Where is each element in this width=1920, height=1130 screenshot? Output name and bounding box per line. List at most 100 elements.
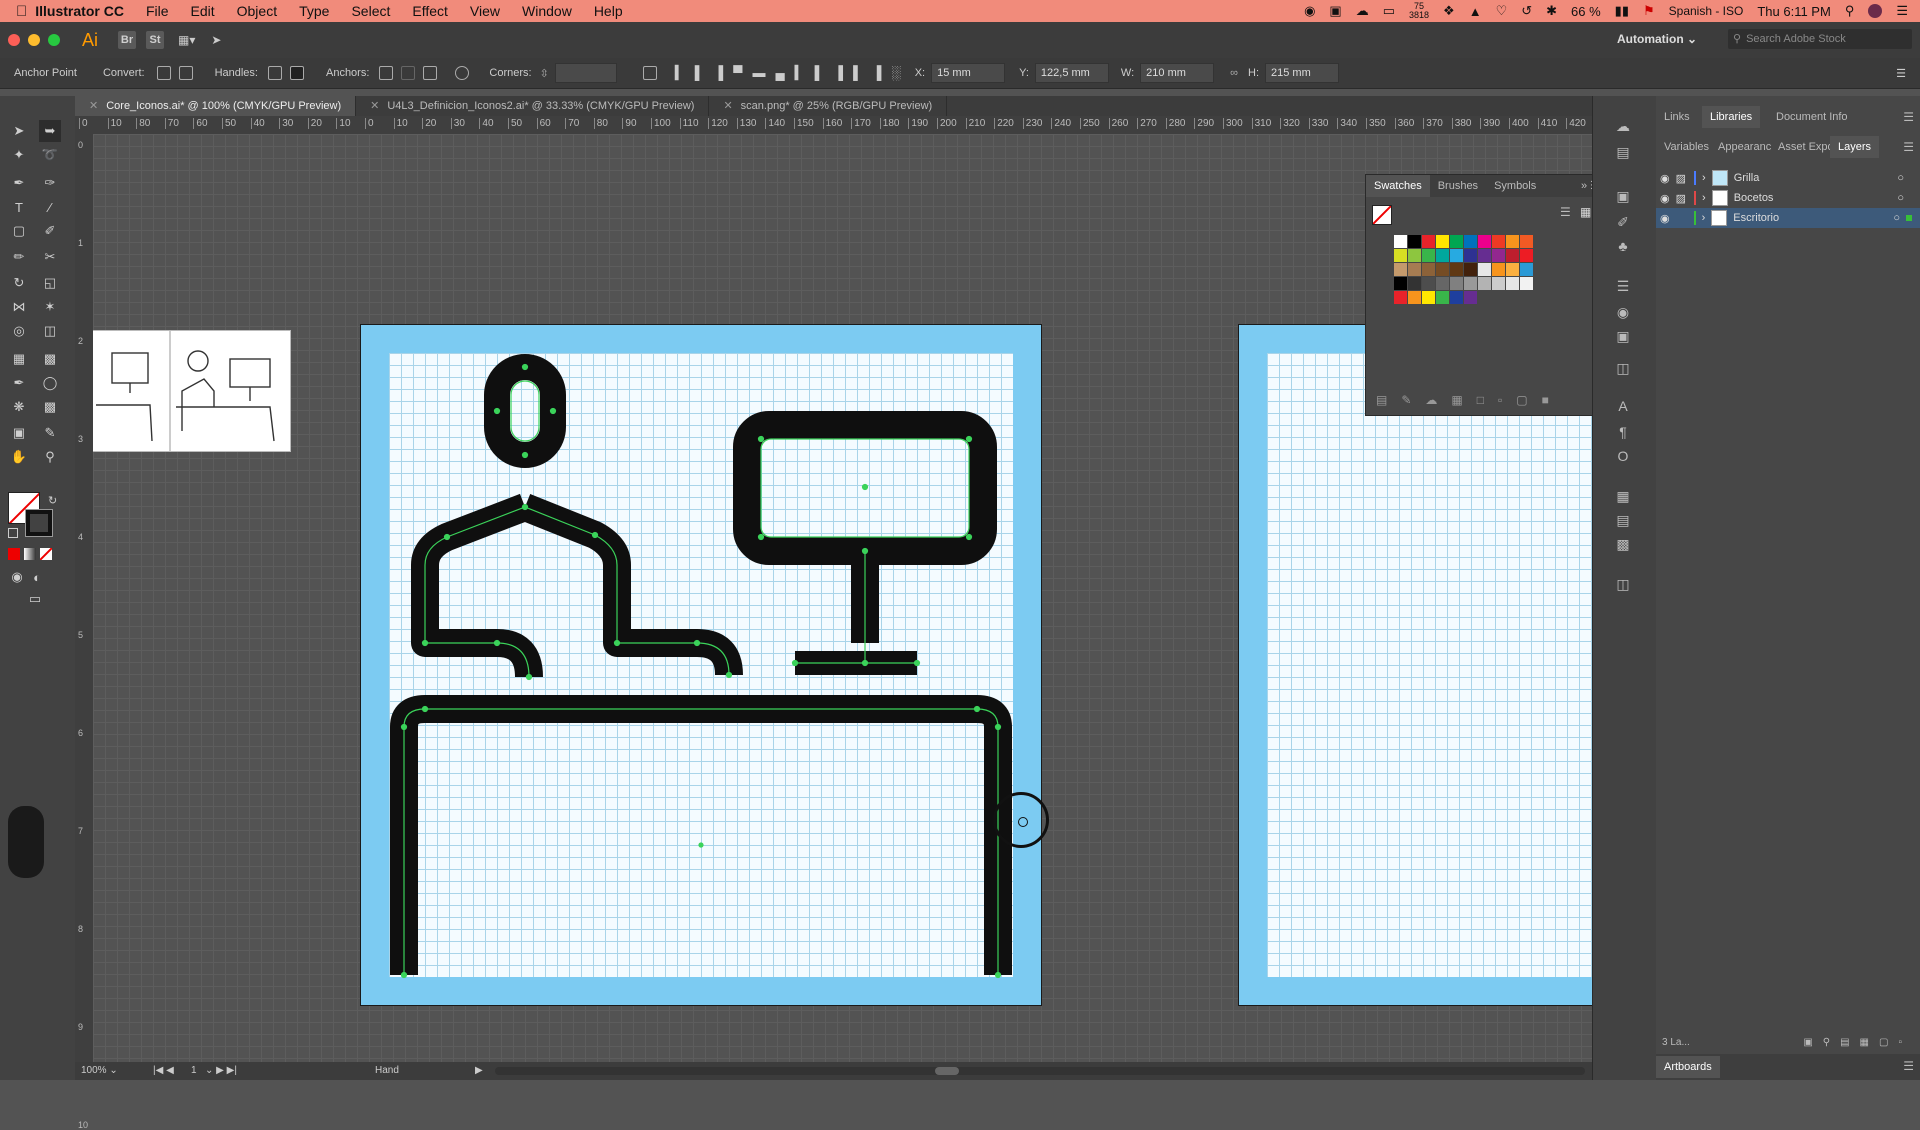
- pencil-tool-icon[interactable]: ✏: [8, 246, 30, 268]
- tab-brushes[interactable]: Brushes: [1430, 175, 1486, 197]
- lasso-tool-icon[interactable]: ➰: [39, 144, 61, 166]
- rectangle-tool-icon[interactable]: ▢: [8, 220, 30, 242]
- direct-selection-tool-icon[interactable]: ➥: [39, 120, 61, 142]
- color-swatch[interactable]: [1478, 277, 1491, 290]
- link-proportions-icon[interactable]: ∞: [1230, 67, 1238, 79]
- color-swatch[interactable]: [1520, 263, 1533, 276]
- time-machine-icon[interactable]: ↺: [1521, 3, 1532, 19]
- draw-normal-icon[interactable]: ◉: [6, 566, 28, 588]
- color-swatch[interactable]: [1506, 277, 1519, 290]
- convert-corner-icon[interactable]: [156, 66, 171, 80]
- color-swatch[interactable]: [1506, 249, 1519, 262]
- color-swatch[interactable]: [1492, 235, 1505, 248]
- layer-row-grilla[interactable]: ◉ ▨ › Grilla ○: [1656, 168, 1920, 188]
- target-circle-icon[interactable]: ○: [1897, 192, 1904, 204]
- magic-wand-tool-icon[interactable]: ✦: [8, 144, 30, 166]
- color-swatch[interactable]: [1408, 291, 1421, 304]
- close-window-button[interactable]: [8, 34, 20, 46]
- convert-smooth-icon[interactable]: [178, 66, 193, 80]
- color-swatch[interactable]: [1506, 235, 1519, 248]
- expand-chevron-icon[interactable]: ›: [1702, 192, 1706, 204]
- visibility-eye-icon[interactable]: ◉: [1660, 192, 1670, 205]
- transform-panel-icon[interactable]: ◫: [1613, 358, 1633, 378]
- panel-menu-icon[interactable]: ☰: [1903, 1059, 1914, 1073]
- color-swatch[interactable]: [1464, 291, 1477, 304]
- dropbox-icon[interactable]: ❖: [1443, 3, 1455, 19]
- layer-name[interactable]: Grilla: [1734, 172, 1760, 184]
- rotate-tool-icon[interactable]: ↻: [8, 272, 30, 294]
- h-field[interactable]: 215 mm: [1265, 63, 1339, 83]
- scrollbar-thumb[interactable]: [935, 1067, 959, 1075]
- width-tool-icon[interactable]: ⋈: [8, 296, 30, 318]
- apple-icon[interactable]: : [16, 3, 27, 20]
- panel-menu-icon[interactable]: ☰: [1903, 110, 1914, 124]
- swatch-footer-icons[interactable]: ▤✎☁▦□▫▢■: [1376, 393, 1563, 407]
- shape-builder-tool-icon[interactable]: ◎: [8, 320, 30, 342]
- visibility-eye-icon[interactable]: ◉: [1660, 172, 1670, 185]
- zoom-level[interactable]: 100% ⌄: [81, 1065, 118, 1076]
- color-swatch[interactable]: [1520, 235, 1533, 248]
- menu-type[interactable]: Type: [299, 3, 329, 19]
- color-swatch[interactable]: [1450, 277, 1463, 290]
- horizontal-ruler[interactable]: 0 10 80 70 60 50 40 30 20 10 0 10 20 30 40 50 60 70 80 90 10…: [75, 116, 1592, 135]
- layers-footer-icons[interactable]: ▣⚲▤▦▢▫: [1803, 1032, 1912, 1054]
- artboard-main[interactable]: [360, 324, 1042, 1006]
- color-swatch[interactable]: [1394, 249, 1407, 262]
- visibility-eye-icon[interactable]: ◉: [1660, 212, 1670, 225]
- tab-document-info[interactable]: Document Info: [1768, 106, 1856, 128]
- color-swatch[interactable]: [1394, 263, 1407, 276]
- screen-mode-icon[interactable]: ▭: [24, 588, 46, 610]
- artboard-secondary[interactable]: [1238, 324, 1592, 1006]
- stroke-panel-icon[interactable]: ☰: [1613, 276, 1633, 296]
- type-tool-icon[interactable]: T: [8, 196, 30, 218]
- list-view-icon[interactable]: ☰: [1560, 205, 1571, 219]
- color-swatch[interactable]: [1422, 249, 1435, 262]
- draw-behind-icon[interactable]: ◐: [26, 566, 48, 588]
- tab-artboards[interactable]: Artboards: [1656, 1056, 1720, 1078]
- battery-label[interactable]: 66 %: [1571, 4, 1601, 19]
- none-mode-button[interactable]: [40, 548, 52, 560]
- lock-icon[interactable]: ▨: [1676, 172, 1686, 185]
- close-tab-icon[interactable]: ✕: [723, 100, 732, 112]
- tab-links[interactable]: Links: [1656, 106, 1698, 128]
- color-swatch[interactable]: [1464, 263, 1477, 276]
- user-avatar[interactable]: [1868, 4, 1883, 18]
- isolate-icon[interactable]: [455, 66, 470, 80]
- wifi-icon[interactable]: ♡: [1496, 3, 1508, 19]
- line-tool-icon[interactable]: ∕: [39, 196, 61, 218]
- arrange-documents-icon[interactable]: ▦▾: [178, 33, 195, 47]
- layer-row-bocetos[interactable]: ◉ ▨ › Bocetos ○: [1656, 188, 1920, 208]
- color-swatch[interactable]: [1436, 263, 1449, 276]
- color-swatch[interactable]: [1436, 291, 1449, 304]
- connect-anchor-icon[interactable]: [401, 66, 416, 80]
- gradient-mode-button[interactable]: [24, 548, 36, 560]
- sketch-image[interactable]: [93, 330, 291, 452]
- cut-path-icon[interactable]: [423, 66, 438, 80]
- w-field[interactable]: 210 mm: [1140, 63, 1215, 83]
- color-swatch[interactable]: [1422, 263, 1435, 276]
- blend-tool-icon[interactable]: ◯: [39, 372, 61, 394]
- menu-edit[interactable]: Edit: [191, 3, 215, 19]
- graph-tool-icon[interactable]: ▩: [39, 396, 61, 418]
- clock[interactable]: Thu 6:11 PM: [1757, 4, 1830, 19]
- record-icon[interactable]: ◉: [1304, 3, 1315, 19]
- color-swatch[interactable]: [1450, 263, 1463, 276]
- close-tab-icon[interactable]: ✕: [89, 100, 98, 112]
- remove-anchor-icon[interactable]: [379, 66, 394, 80]
- tab-libraries[interactable]: Libraries: [1702, 106, 1761, 128]
- zoom-tool-icon[interactable]: ⚲: [39, 446, 61, 468]
- color-mode-button[interactable]: [8, 548, 20, 560]
- panel-menu-icon[interactable]: ☰: [1903, 140, 1914, 154]
- layer-name[interactable]: Escritorio: [1733, 212, 1779, 224]
- color-swatch[interactable]: [1422, 277, 1435, 290]
- selection-tool-icon[interactable]: ➤: [8, 120, 30, 142]
- tab-scan-png[interactable]: ✕ scan.png* @ 25% (RGB/GPU Preview): [709, 96, 948, 116]
- app-menu[interactable]: Illustrator CC: [35, 3, 124, 19]
- expand-chevron-icon[interactable]: ›: [1702, 212, 1706, 224]
- display-icon[interactable]: ▭: [1383, 3, 1395, 19]
- adobe-cc-icon[interactable]: ▲: [1469, 4, 1482, 19]
- color-swatch[interactable]: [1436, 235, 1449, 248]
- layer-row-escritorio[interactable]: ◉ › Escritorio ○: [1656, 208, 1920, 228]
- target-circle-icon[interactable]: ○: [1897, 172, 1904, 184]
- swap-fill-stroke-icon[interactable]: ↻: [48, 494, 57, 507]
